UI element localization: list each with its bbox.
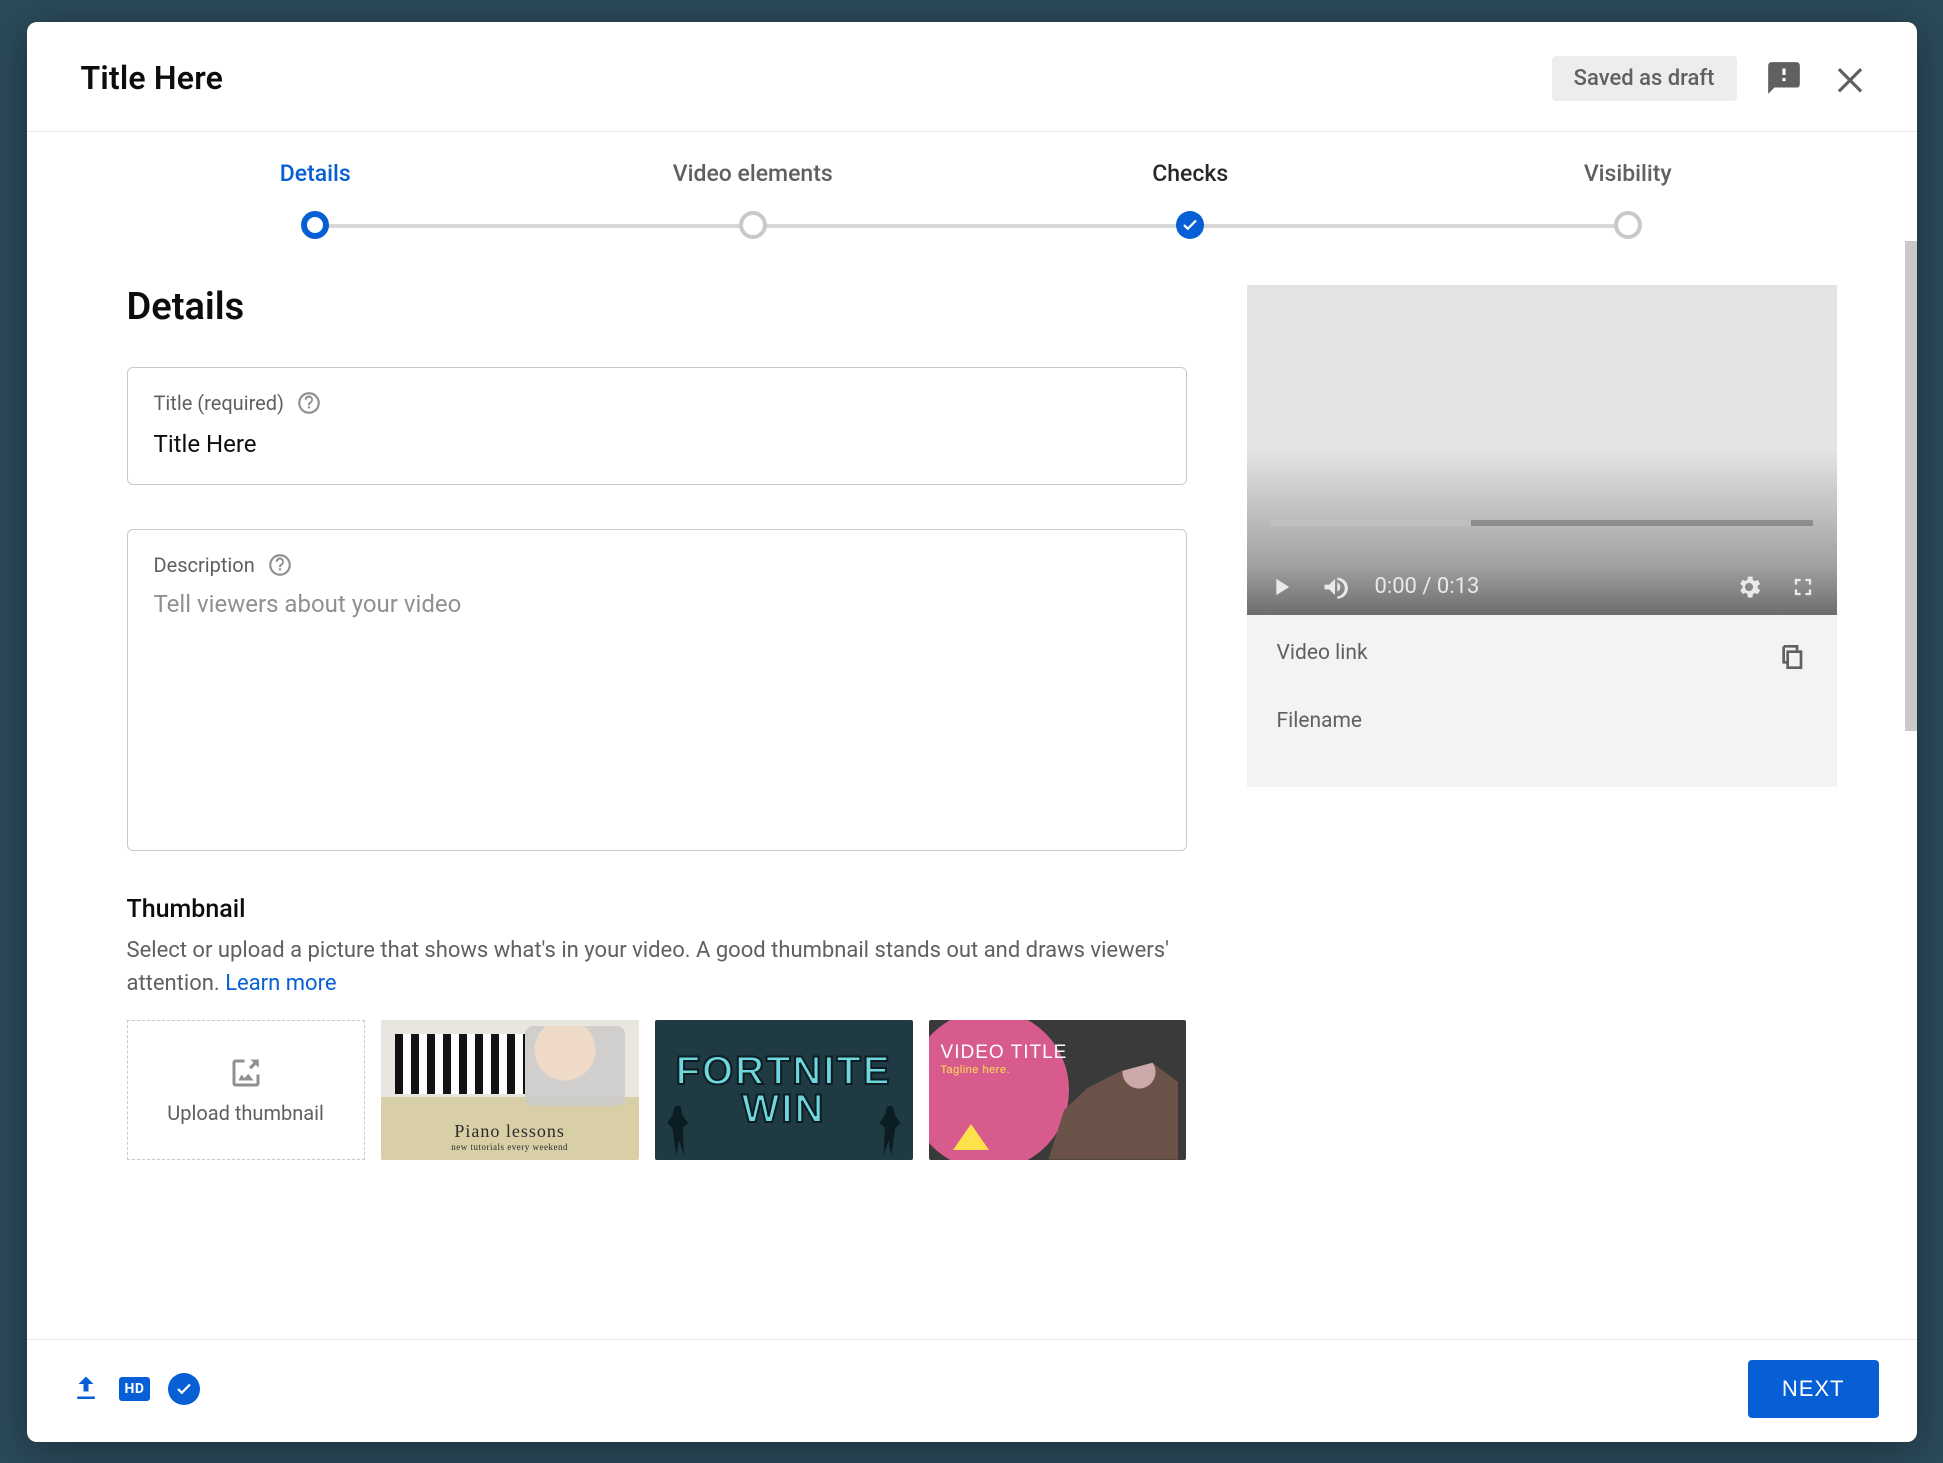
thumbnail-3-tagline: Tagline here. (941, 1064, 1068, 1076)
filename-label: Filename (1277, 709, 1807, 733)
next-button[interactable]: NEXT (1748, 1360, 1879, 1418)
video-preview-card: 0:00 / 0:13 Video link Filename (1247, 285, 1837, 787)
video-link-label: Video link (1277, 641, 1807, 665)
upload-stepper: Details Video elements Checks Visibility (27, 132, 1917, 241)
checks-complete-icon (168, 1373, 200, 1405)
scrollbar-thumb[interactable] (1905, 241, 1917, 731)
settings-icon[interactable] (1735, 573, 1763, 601)
description-input[interactable] (154, 590, 1160, 820)
step-details-node[interactable] (301, 211, 329, 239)
title-field-label: Title (required) (154, 390, 1160, 416)
upload-dialog: Title Here Saved as draft Details Video … (27, 22, 1917, 1442)
dialog-footer: HD NEXT (27, 1339, 1917, 1442)
help-icon[interactable] (296, 390, 322, 416)
upload-thumbnail-button[interactable]: Upload thumbnail (127, 1020, 365, 1160)
thumbnail-option-3[interactable]: VIDEO TITLETagline here. (929, 1020, 1187, 1160)
title-field-label-text: Title (required) (154, 391, 285, 415)
step-video-elements-node[interactable] (739, 211, 767, 239)
video-time-display: 0:00 / 0:13 (1375, 574, 1480, 599)
description-field-label: Description (154, 552, 1160, 578)
close-icon[interactable] (1831, 59, 1869, 97)
thumbnail-2-line2: WIN (742, 1087, 826, 1131)
details-section-title: Details (127, 285, 1187, 329)
footer-status-icons: HD (71, 1373, 201, 1405)
video-preview[interactable]: 0:00 / 0:13 (1247, 285, 1837, 615)
step-visibility-label[interactable]: Visibility (1409, 160, 1847, 187)
step-checks-node[interactable] (1176, 211, 1204, 239)
upload-status-icon (71, 1374, 101, 1404)
description-field[interactable]: Description (127, 529, 1187, 851)
step-video-elements-label[interactable]: Video elements (534, 160, 972, 187)
title-field[interactable]: Title (required) (127, 367, 1187, 485)
step-visibility-node[interactable] (1614, 211, 1642, 239)
save-status-badge: Saved as draft (1552, 56, 1737, 101)
video-progress-fill (1271, 520, 1472, 526)
dialog-header: Title Here Saved as draft (27, 22, 1917, 132)
header-actions: Saved as draft (1552, 56, 1869, 101)
thumbnail-1-caption: Piano lessons (454, 1121, 565, 1141)
description-field-label-text: Description (154, 553, 255, 577)
feedback-icon[interactable] (1765, 59, 1803, 97)
play-icon[interactable] (1267, 573, 1295, 601)
title-input[interactable] (154, 430, 1160, 458)
video-progress-track[interactable] (1271, 520, 1813, 526)
dialog-title: Title Here (81, 59, 224, 97)
add-image-icon (228, 1055, 264, 1091)
volume-icon[interactable] (1321, 573, 1349, 601)
help-icon[interactable] (267, 552, 293, 578)
thumbnail-1-subcaption: new tutorials every weekend (381, 1142, 639, 1152)
copy-link-icon[interactable] (1777, 641, 1809, 677)
upload-thumbnail-label: Upload thumbnail (167, 1101, 324, 1125)
thumbnail-row: Upload thumbnail Piano lessonsnew tutori… (127, 1020, 1187, 1160)
thumbnail-learn-more-link[interactable]: Learn more (225, 971, 336, 996)
thumbnail-heading: Thumbnail (127, 895, 1187, 924)
video-controls: 0:00 / 0:13 (1267, 573, 1817, 601)
video-meta: Video link Filename (1247, 615, 1837, 787)
thumbnail-option-1[interactable]: Piano lessonsnew tutorials every weekend (381, 1020, 639, 1160)
dialog-scroll-area[interactable]: Details Title (required) Description (27, 241, 1917, 1339)
thumbnail-description: Select or upload a picture that shows wh… (127, 934, 1187, 1000)
thumbnail-3-title: VIDEO TITLE (941, 1042, 1068, 1064)
fullscreen-icon[interactable] (1789, 573, 1817, 601)
hd-badge: HD (119, 1377, 151, 1401)
thumbnail-option-2[interactable]: FORTNITEWIN (655, 1020, 913, 1160)
step-details-label[interactable]: Details (97, 160, 535, 187)
step-checks-label[interactable]: Checks (972, 160, 1410, 187)
